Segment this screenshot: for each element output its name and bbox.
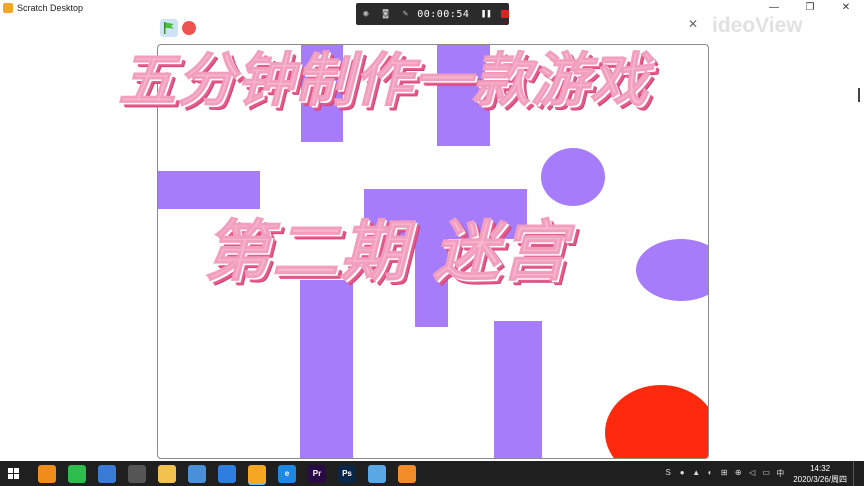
camera-icon[interactable]: ◙ — [376, 9, 396, 19]
eye-icon[interactable]: ◉ — [356, 9, 376, 19]
tray-icon[interactable]: ▭ — [760, 468, 772, 479]
paint-icon[interactable] — [368, 464, 386, 483]
stop-record-button[interactable] — [501, 10, 510, 18]
scratch-app-icon — [3, 3, 13, 13]
player-ball — [605, 385, 708, 458]
clock[interactable]: 14:32 2020/3/26/周四 — [793, 463, 847, 485]
folder-icon[interactable] — [158, 464, 176, 483]
tray-icon[interactable]: ⊞ — [718, 468, 730, 479]
maze-wall — [494, 321, 542, 458]
tray-icon[interactable]: 中 — [774, 468, 786, 479]
taskbar: e Pr Ps S ● ▲ ◐ ⊞ ⊕ ◁ ▭ 中 14:32 2020/3/26/周四 — [0, 461, 864, 486]
pen-icon[interactable]: ✎ — [395, 9, 415, 19]
pause-button[interactable]: ❚❚ — [477, 9, 495, 19]
video-subtitle: 第二期 迷宫 — [204, 212, 569, 291]
tray-icon[interactable]: ▲ — [690, 468, 702, 479]
recorder-toolbar: ◉ ◙ ✎ 00:00:54 ❚❚ — [356, 3, 510, 25]
photoshop-icon[interactable]: Ps — [338, 464, 356, 483]
browser-icon[interactable] — [38, 464, 56, 483]
clock-date: 2020/3/26/周四 — [793, 474, 847, 484]
video-title: 五分钟制作一款游戏 — [117, 46, 650, 115]
windows-icon — [7, 468, 19, 479]
recorder-watermark: ideoView — [712, 14, 803, 37]
window-title: Scratch Desktop — [17, 3, 84, 13]
recorder-icon[interactable] — [398, 464, 416, 483]
wechat-icon[interactable] — [68, 464, 86, 483]
tiles-icon[interactable] — [218, 464, 236, 483]
show-desktop-button[interactable] — [853, 461, 858, 486]
taskbar-apps: e Pr Ps — [32, 464, 422, 483]
network-icon[interactable] — [188, 464, 206, 483]
premiere-icon[interactable]: Pr — [308, 464, 326, 483]
system-tray: S ● ▲ ◐ ⊞ ⊕ ◁ ▭ 中 14:32 2020/3/26/周四 — [661, 461, 858, 486]
clock-time: 14:32 — [810, 463, 831, 473]
scratch-icon[interactable] — [248, 464, 266, 483]
tray-icon[interactable]: ◐ — [704, 468, 716, 479]
scroll-indicator — [858, 88, 860, 102]
maze-obstacle-circle — [636, 239, 708, 301]
ie-icon[interactable]: e — [278, 464, 296, 483]
tray-icons: S ● ▲ ◐ ⊞ ⊕ ◁ ▭ 中 — [661, 468, 787, 479]
watermark-close-icon: ✕ — [688, 17, 699, 31]
maze-wall — [300, 280, 353, 458]
tray-icon[interactable]: ◁ — [746, 468, 758, 479]
tray-icon[interactable]: S — [662, 468, 674, 479]
app-icon[interactable] — [128, 464, 146, 483]
tray-icon[interactable]: ● — [676, 468, 688, 479]
recording-timer: 00:00:54 — [417, 8, 470, 20]
start-button[interactable] — [0, 461, 26, 486]
tray-icon[interactable]: ⊕ — [732, 468, 744, 479]
computer-icon[interactable] — [98, 464, 116, 483]
close-button[interactable]: ✕ — [828, 0, 864, 16]
